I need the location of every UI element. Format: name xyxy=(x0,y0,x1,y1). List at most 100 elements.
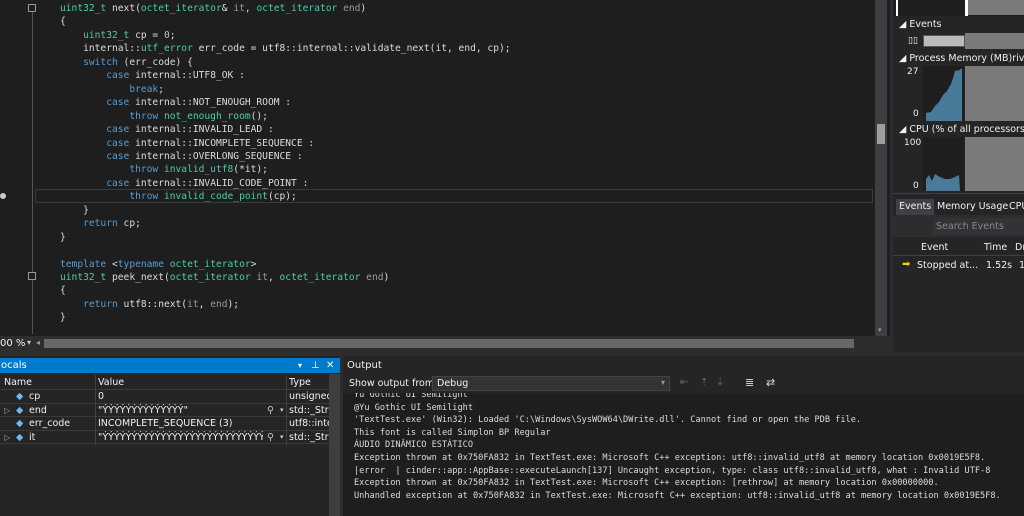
code-token: ) xyxy=(383,272,390,283)
code-token: octet_iterator xyxy=(279,272,361,283)
goto-next-icon[interactable]: ⇣ xyxy=(716,377,724,388)
code-token: ) xyxy=(360,3,367,14)
locals-row[interactable]: ▷ ◆ end "ÝÝÝÝÝÝÝÝÝÝÝÝÝÝ" ⚲ ▾ std::_Strin xyxy=(0,404,330,417)
variable-value[interactable]: INCOMPLETE_SEQUENCE (3) xyxy=(98,417,283,430)
tab-cpu[interactable]: CPU xyxy=(1009,201,1024,212)
variable-name: cp xyxy=(29,391,41,402)
code-line: case internal::INCOMPLETE_SEQUENCE : xyxy=(60,137,314,150)
code-token: return xyxy=(83,298,118,310)
events-header[interactable]: ◢ Events xyxy=(899,19,942,30)
code-token: ); xyxy=(227,298,240,310)
output-title: Output xyxy=(347,360,382,371)
code-token: it xyxy=(233,3,245,14)
collapse-icon[interactable] xyxy=(28,4,36,12)
code-token: it xyxy=(250,272,268,283)
column-event[interactable]: Event xyxy=(921,242,948,253)
code-token: (cp); xyxy=(267,191,297,203)
memory-chart xyxy=(923,66,964,121)
locals-row[interactable]: ◆ cp 0 unsigned xyxy=(0,390,330,404)
magnifier-icon[interactable]: ⚲ xyxy=(267,404,274,417)
column-name[interactable]: Name xyxy=(4,376,32,389)
cpu-header[interactable]: ◢ CPU (% of all processors) xyxy=(899,124,1024,135)
locals-row[interactable]: ▷ ◆ it "ÝÝÝÝÝÝÝÝÝÝÝÝÝÝÝÝÝÝÝÝÝÝÝÝÝÝÝÝÝÝÝÝÝ ⚲ ▾… xyxy=(0,431,330,444)
code-token: switch xyxy=(83,56,118,68)
locals-scrollbar[interactable] xyxy=(329,374,340,516)
close-icon[interactable]: ✕ xyxy=(326,358,334,373)
column-type[interactable]: Type xyxy=(289,376,311,389)
variable-value[interactable]: 0 xyxy=(98,390,283,403)
scroll-left-icon[interactable]: ◂ xyxy=(36,338,40,347)
variable-value[interactable]: "ÝÝÝÝÝÝÝÝÝÝÝÝÝÝÝÝÝÝÝÝÝÝÝÝÝÝÝÝÝÝÝÝÝ xyxy=(98,431,263,444)
column-value[interactable]: Value xyxy=(98,376,124,389)
outline-line xyxy=(32,4,33,334)
word-wrap-icon[interactable]: ⇄ xyxy=(766,376,775,389)
column-time[interactable]: Time xyxy=(984,242,1007,253)
cpu-max: 100 xyxy=(904,138,922,148)
code-token: (err_code) { xyxy=(117,56,193,68)
code-token: case xyxy=(106,137,130,149)
code-token: case xyxy=(106,97,130,109)
pause-icon[interactable]: ▯▯ xyxy=(908,36,918,46)
search-events-input[interactable]: Search Events xyxy=(933,218,1024,235)
output-line: |error | cinder::app::AppBase::executeLa… xyxy=(354,465,991,476)
code-token: } xyxy=(60,204,89,216)
dropdown-icon[interactable]: ▾ xyxy=(298,358,302,373)
scroll-down-icon[interactable]: ▾ xyxy=(878,326,882,334)
events-label: Events xyxy=(909,19,942,30)
output-line: Exception thrown at 0x750FA832 in TextTe… xyxy=(354,478,939,489)
tab-memory-usage[interactable]: Memory Usage xyxy=(937,201,1008,212)
zoom-level[interactable]: 00 % xyxy=(0,338,25,349)
variable-value[interactable]: "ÝÝÝÝÝÝÝÝÝÝÝÝÝÝ" xyxy=(98,404,263,417)
code-token: uint32_t xyxy=(83,29,130,41)
code-line: case internal::OVERLONG_SEQUENCE : xyxy=(60,150,302,163)
column-duration[interactable]: Dı xyxy=(1015,242,1024,253)
zoom-dropdown-icon[interactable]: ▾ xyxy=(27,338,31,347)
output-source-value: Debug xyxy=(437,378,469,389)
event-row[interactable]: ➡ Stopped at... 1.52s 1 xyxy=(893,259,1024,273)
locals-title-bar[interactable]: ocals ▾ ⊥ ✕ xyxy=(0,358,340,373)
code-token: utf_error xyxy=(140,43,193,55)
magnifier-icon[interactable]: ⚲ xyxy=(267,431,274,444)
memory-area xyxy=(926,68,962,121)
event-duration: 1 xyxy=(1019,260,1024,271)
output-line: Unhandled exception at 0x750FA832 in Tex… xyxy=(354,490,1001,501)
goto-previous-icon[interactable]: ⇡ xyxy=(700,377,708,388)
editor-horizontal-scrollbar[interactable] xyxy=(44,339,854,348)
code-token: < xyxy=(106,258,118,270)
collapse-icon[interactable] xyxy=(28,272,36,280)
code-line: } xyxy=(60,311,66,324)
clear-all-icon[interactable]: ≣ xyxy=(745,376,754,389)
variable-name: it xyxy=(29,431,36,443)
code-token: internal::UTF8_OK : xyxy=(129,70,245,82)
visualizer-dropdown-icon[interactable]: ▾ xyxy=(280,431,284,444)
code-line: throw invalid_code_point(cp); xyxy=(60,190,297,203)
visualizer-dropdown-icon[interactable]: ▾ xyxy=(280,404,284,417)
expand-icon[interactable]: ▷ xyxy=(4,431,10,444)
code-token: err_code = utf8::internal::validate_next… xyxy=(192,43,511,55)
memory-header[interactable]: ◢ Process Memory (MB)rivate xyxy=(899,53,1024,64)
code-token: next( xyxy=(106,3,141,14)
code-token: typename xyxy=(117,258,164,270)
expand-icon[interactable]: ▷ xyxy=(4,404,10,417)
code-token: & xyxy=(221,3,234,14)
code-token: , xyxy=(198,298,211,310)
code-token: uint32_t xyxy=(60,272,107,283)
tab-events[interactable]: Events xyxy=(896,199,935,215)
output-source-select[interactable]: Debug ▾ xyxy=(432,376,670,391)
locals-row[interactable]: ◆ err_code INCOMPLETE_SEQUENCE (3) utf8::in… xyxy=(0,417,330,431)
editor-vertical-scrollbar[interactable] xyxy=(875,0,887,336)
code-token: invalid_code_point xyxy=(158,191,268,203)
code-token: cp; xyxy=(117,218,141,230)
cpu-chart xyxy=(923,137,964,191)
find-previous-icon[interactable]: ⇤ xyxy=(680,377,688,388)
timeline[interactable] xyxy=(893,0,1024,16)
pin-icon[interactable]: ⊥ xyxy=(311,358,320,373)
scrollbar-thumb[interactable] xyxy=(877,124,885,144)
code-token: end xyxy=(360,272,384,283)
